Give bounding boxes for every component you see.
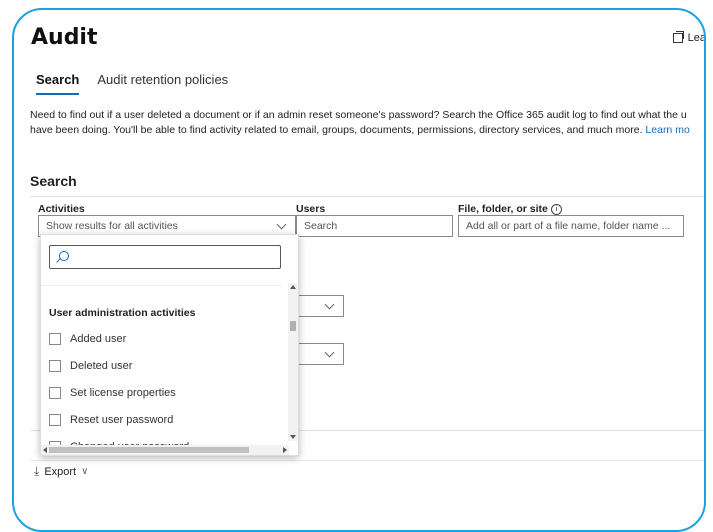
description-line-1: Need to find out if a user deleted a doc… — [30, 109, 687, 121]
chevron-down-icon — [324, 347, 335, 358]
scrollbar-thumb[interactable] — [49, 447, 249, 453]
scroll-left-icon[interactable] — [43, 447, 47, 453]
users-label: Users — [296, 203, 326, 215]
users-search-input[interactable]: Search — [296, 215, 453, 237]
toolbar-divider — [30, 460, 704, 461]
description-line-2: have been doing. You'll be able to find … — [30, 124, 690, 136]
search-section-title: Search — [30, 173, 77, 189]
checkbox[interactable] — [49, 333, 61, 345]
app-frame: Audit Lea Search Audit retention policie… — [12, 8, 706, 532]
checkbox[interactable] — [49, 360, 61, 372]
file-input-placeholder: Add all or part of a file name, folder n… — [466, 220, 671, 232]
checkbox[interactable] — [49, 414, 61, 426]
activities-filter-input[interactable] — [49, 245, 281, 269]
search-icon — [59, 251, 69, 261]
activity-option-added-user[interactable]: Added user — [49, 330, 126, 348]
dropdown-group-header: User administration activities — [49, 307, 196, 319]
export-button[interactable]: ⤓ Export ∨ — [34, 464, 88, 479]
scrollbar-thumb[interactable] — [290, 321, 296, 331]
scroll-down-icon[interactable] — [290, 435, 296, 439]
activity-option-reset-user-password[interactable]: Reset user password — [49, 411, 173, 429]
option-label: Deleted user — [70, 360, 133, 372]
activities-label: Activities — [38, 203, 85, 215]
tab-audit-retention-policies[interactable]: Audit retention policies — [97, 72, 228, 95]
chevron-down-icon — [324, 299, 335, 310]
page-description: Need to find out if a user deleted a doc… — [30, 108, 704, 138]
scroll-up-icon[interactable] — [290, 285, 296, 289]
activity-option-deleted-user[interactable]: Deleted user — [49, 357, 132, 375]
horizontal-scrollbar[interactable] — [41, 445, 289, 455]
checkbox[interactable] — [49, 387, 61, 399]
tab-search[interactable]: Search — [36, 72, 80, 95]
option-label: Added user — [70, 333, 127, 345]
dropdown-divider — [41, 285, 282, 286]
learn-more-inline-link[interactable]: Learn mo — [645, 124, 689, 136]
open-in-new-icon — [672, 31, 684, 43]
tab-bar: Search Audit retention policies — [36, 72, 228, 95]
activity-option-set-license-properties[interactable]: Set license properties — [49, 384, 176, 402]
activities-select-value: Show results for all activities — [46, 220, 178, 232]
activities-dropdown: User administration activities Added use… — [40, 234, 299, 456]
users-input-placeholder: Search — [304, 220, 338, 232]
option-label: Set license properties — [70, 387, 176, 399]
option-label: Reset user password — [70, 414, 174, 426]
section-divider — [30, 196, 704, 197]
scroll-right-icon[interactable] — [283, 447, 287, 453]
chevron-down-icon — [276, 219, 287, 230]
chevron-down-icon: ∨ — [81, 466, 89, 477]
download-icon: ⤓ — [34, 464, 40, 478]
info-icon[interactable]: i — [550, 204, 562, 215]
learn-more-link[interactable]: Lea — [672, 31, 706, 44]
page-title: Audit — [31, 25, 98, 50]
file-folder-site-label: File, folder, or site i — [458, 203, 562, 215]
vertical-scrollbar[interactable] — [288, 283, 298, 441]
export-label: Export — [44, 465, 77, 478]
learn-more-label: Lea — [687, 32, 706, 44]
file-folder-site-input[interactable]: Add all or part of a file name, folder n… — [458, 215, 684, 237]
